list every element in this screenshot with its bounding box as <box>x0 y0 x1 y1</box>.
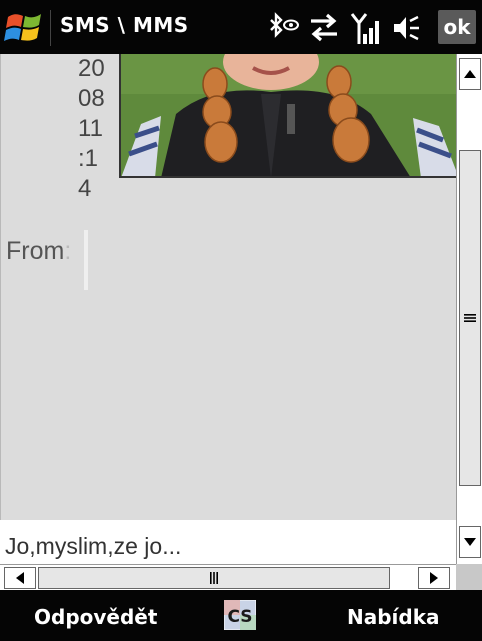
data-connection-icon <box>311 13 337 42</box>
scroll-down-button[interactable] <box>459 526 481 558</box>
title-bar: SMS \ MMS ok <box>0 0 482 54</box>
date-line: 20 <box>78 55 105 82</box>
message-preview[interactable]: Jo,myslim,ze jo... <box>0 520 456 564</box>
date-line: 11 <box>78 115 103 142</box>
vertical-scrollbar[interactable] <box>456 54 482 564</box>
horizontal-scroll-thumb[interactable] <box>38 567 390 589</box>
scroll-right-button[interactable] <box>418 567 450 589</box>
mms-photo[interactable] <box>119 54 456 178</box>
title-separator <box>50 10 51 46</box>
menu-softkey[interactable]: Nabídka <box>347 605 440 629</box>
arrow-left-icon <box>16 572 24 584</box>
input-method-label: CS <box>227 607 252 627</box>
date-line: 4 <box>78 175 92 202</box>
softkey-bar: Odpovědět CS Nabídka <box>0 590 482 641</box>
arrow-right-icon <box>430 572 438 584</box>
grip-icon <box>464 314 476 322</box>
from-colon: : <box>64 237 72 265</box>
photo-image <box>121 54 456 176</box>
bluetooth-icon <box>270 12 299 38</box>
vertical-scroll-thumb[interactable] <box>459 150 481 486</box>
horizontal-scrollbar[interactable] <box>0 564 456 590</box>
windows-start-icon[interactable] <box>4 8 46 48</box>
arrow-down-icon <box>464 538 476 546</box>
scroll-up-button[interactable] <box>459 58 481 90</box>
arrow-up-icon <box>464 70 476 78</box>
message-date: 20 08 11 :1 4 <box>78 54 118 204</box>
grip-icon <box>210 572 218 584</box>
date-line: :1 <box>78 145 99 172</box>
from-value <box>84 230 88 290</box>
date-line: 08 <box>78 85 105 112</box>
ok-button[interactable]: ok <box>438 10 476 44</box>
scroll-left-button[interactable] <box>4 567 36 589</box>
input-method-icon[interactable]: CS <box>224 600 256 630</box>
app-title: SMS \ MMS <box>60 13 189 37</box>
message-body[interactable]: 20 08 11 :1 4 From: <box>0 54 456 520</box>
reply-softkey[interactable]: Odpovědět <box>34 605 157 629</box>
from-label: From <box>6 237 65 265</box>
signal-strength-icon <box>350 13 379 44</box>
from-field: From: <box>6 237 71 266</box>
volume-icon <box>394 15 419 41</box>
scrollbar-corner <box>456 564 482 590</box>
